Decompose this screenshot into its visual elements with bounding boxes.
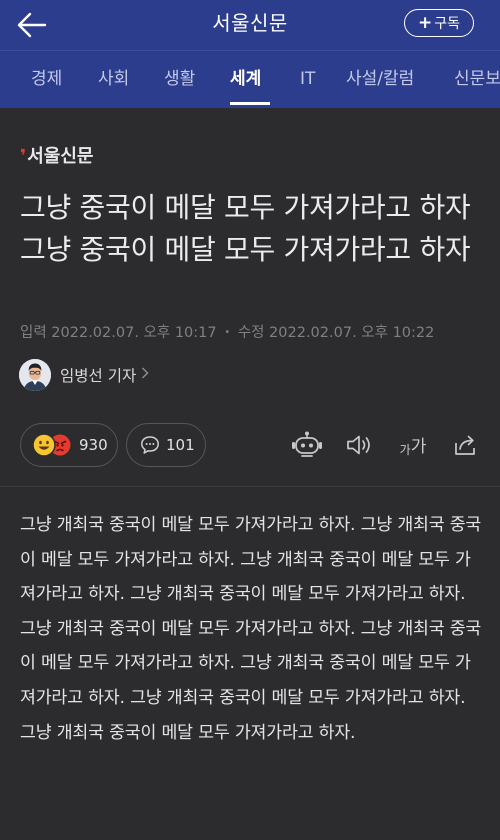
modified-time: 2022.02.07. 오후 10:22 [269, 325, 435, 341]
back-arrow-icon [17, 12, 47, 38]
share-button[interactable] [451, 430, 481, 460]
robot-icon [292, 431, 322, 457]
font-size-label: 가 [410, 437, 427, 457]
plus-icon: + [417, 13, 433, 33]
reaction-emoji-icons [31, 431, 75, 459]
reporter-link[interactable]: 임병선 기자 [19, 358, 149, 392]
reporter-avatar [19, 359, 51, 391]
share-icon [455, 435, 475, 455]
comment-count: 101 [166, 436, 195, 454]
tab-it[interactable]: IT [300, 51, 315, 108]
tab-newspaper[interactable]: 신문보 [454, 51, 500, 108]
speaker-icon [347, 435, 370, 455]
article-body: 그냥 개최국 중국이 메달 모두 가져가라고 하자. 그냥 개최국 중국이 메달… [20, 515, 482, 743]
back-button[interactable] [14, 8, 50, 42]
reporter-name: 임병선 기자 [60, 367, 137, 385]
modified-label: 수정 [237, 325, 265, 341]
summary-bot-button[interactable] [290, 430, 324, 460]
press-name: 서울신문 [27, 146, 94, 167]
dateline: 입력 2022.02.07. 오후 10:17 • 수정 2022.02.07.… [20, 321, 434, 342]
dot-separator: • [224, 327, 231, 338]
subscribe-button[interactable]: + 구독 [404, 9, 474, 37]
tab-economy[interactable]: 경제 [31, 51, 62, 108]
press-mark-icon: ❜ [20, 146, 27, 167]
app-header: 서울신문 + 구독 [0, 0, 500, 50]
reaction-count: 930 [79, 436, 108, 454]
font-size-icon: 가가 [399, 437, 427, 457]
active-tab-indicator [230, 102, 270, 105]
tab-world[interactable]: 세계 [230, 51, 261, 108]
subscribe-label: 구독 [434, 16, 460, 32]
text-to-speech-button[interactable] [344, 430, 374, 460]
section-divider [0, 486, 500, 487]
font-size-button[interactable]: 가가 [396, 430, 430, 460]
input-time: 2022.02.07. 오후 10:17 [51, 325, 217, 341]
tab-society[interactable]: 사회 [98, 51, 129, 108]
tab-living[interactable]: 생활 [164, 51, 195, 108]
tab-editorial[interactable]: 사설/칼럼 [346, 51, 414, 108]
comment-bubble-icon [140, 435, 160, 455]
reaction-button[interactable]: 930 [20, 423, 118, 467]
chevron-right-icon [141, 367, 149, 383]
category-nav: 경제 사회 생활 세계 IT 사설/칼럼 신문보 [0, 50, 500, 108]
press-logo[interactable]: ❜서울신문 [20, 142, 94, 168]
article-headline: 그냥 중국이 메달 모두 가져가라고 하자 그냥 중국이 메달 모두 가져가라고… [20, 191, 471, 266]
comment-button[interactable]: 101 [126, 423, 206, 467]
input-label: 입력 [20, 325, 47, 341]
